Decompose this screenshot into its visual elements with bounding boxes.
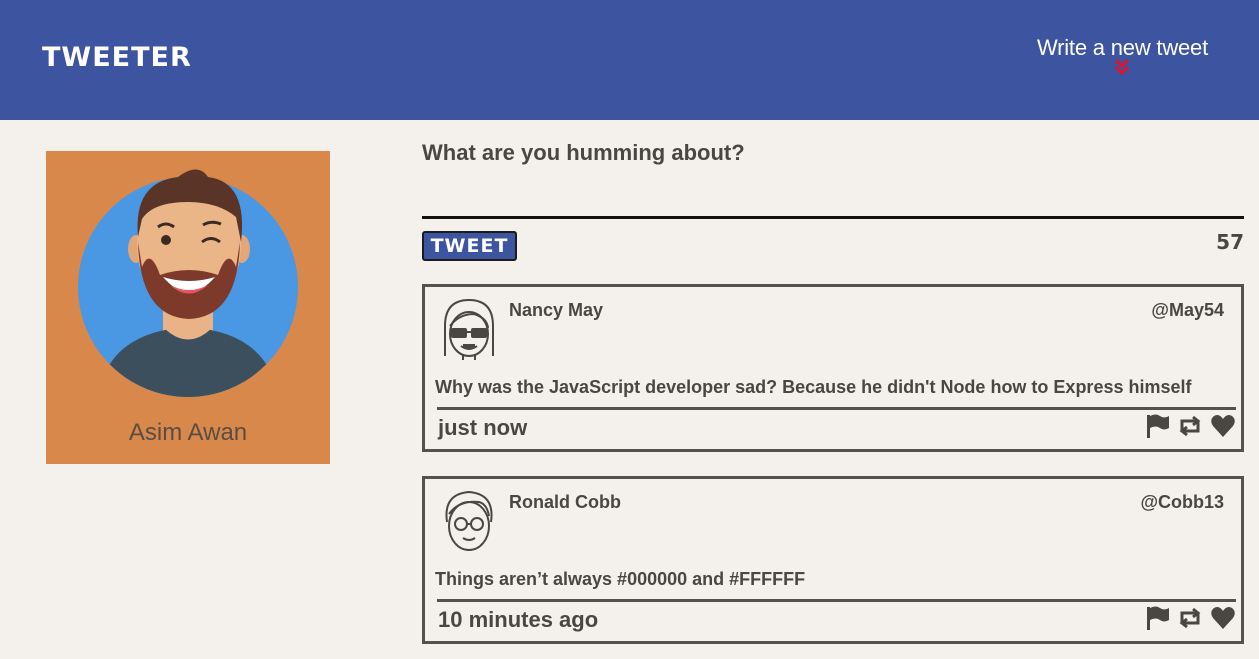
woman-glasses-avatar-icon	[444, 298, 494, 360]
tweet-card: Ronald Cobb @Cobb13 Things aren’t always…	[422, 476, 1244, 644]
man-glasses-avatar-icon	[445, 490, 493, 551]
tweet-author-name: Ronald Cobb	[509, 492, 621, 512]
tweet-divider	[437, 407, 1236, 410]
tweet-input[interactable]	[422, 140, 1244, 219]
tweet-card: Nancy May @May54 Why was the JavaScript …	[422, 284, 1244, 452]
tweet-text: Things aren’t always #000000 and #FFFFFF	[435, 569, 806, 589]
top-nav: TWEETER Write a new tweet	[0, 0, 1259, 120]
write-new-tweet-button[interactable]: Write a new tweet	[1037, 35, 1208, 76]
heart-icon[interactable]	[1210, 413, 1236, 439]
user-avatar-icon	[78, 169, 298, 397]
tweet-author-handle: @Cobb13	[1140, 492, 1224, 512]
tweet-actions	[1144, 413, 1236, 439]
tweet-timestamp: just now	[438, 415, 528, 440]
profile-name: Asim Awan	[128, 419, 248, 446]
heart-icon[interactable]	[1210, 605, 1236, 631]
flag-icon[interactable]	[1144, 413, 1170, 439]
tweet-author-name: Nancy May	[509, 300, 604, 320]
tweet-author-handle: @May54	[1151, 300, 1224, 320]
compose-box	[422, 140, 1244, 222]
brand-logo[interactable]: TWEETER	[42, 42, 192, 73]
tweet-divider	[437, 599, 1236, 602]
profile-card: Asim Awan	[46, 151, 330, 464]
tweet-button[interactable]: TWEET	[422, 231, 517, 261]
retweet-icon[interactable]	[1177, 413, 1203, 439]
tweet-text: Why was the JavaScript developer sad? Be…	[435, 377, 1192, 397]
write-new-tweet-label: Write a new tweet	[1036, 35, 1208, 60]
flag-icon[interactable]	[1144, 605, 1170, 631]
character-counter: 57	[1216, 230, 1244, 254]
tweet-timestamp: 10 minutes ago	[438, 607, 599, 632]
retweet-icon[interactable]	[1177, 605, 1203, 631]
tweet-actions	[1144, 605, 1236, 631]
